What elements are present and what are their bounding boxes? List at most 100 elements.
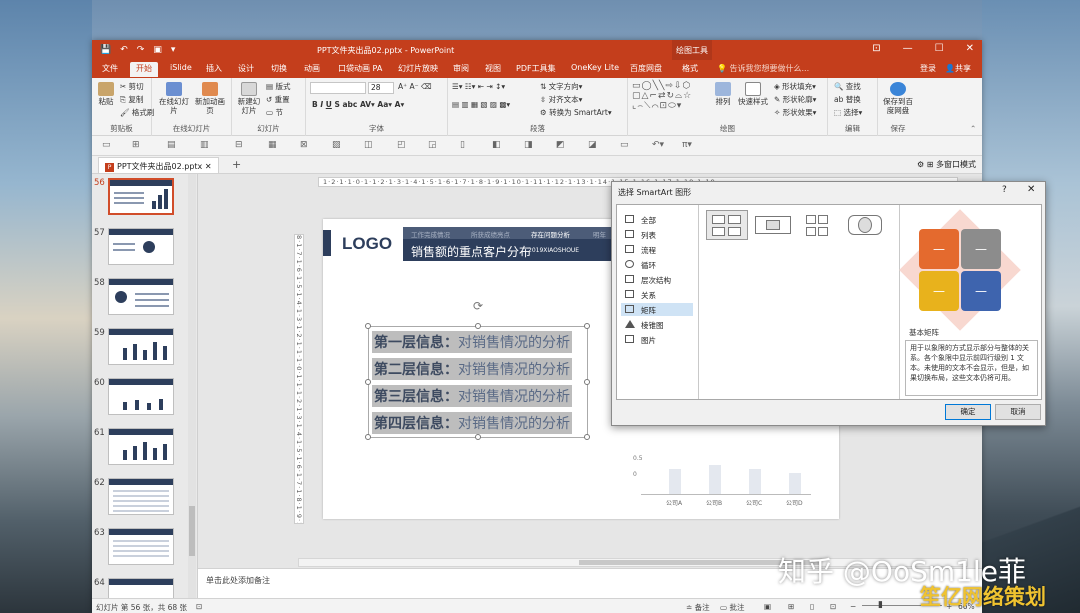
- toolbar-icon[interactable]: ◫: [364, 140, 373, 150]
- present-icon[interactable]: ▣: [153, 45, 162, 55]
- align-text-button[interactable]: ⇳ 对齐文本▾: [540, 94, 582, 105]
- resize-handle[interactable]: [584, 323, 590, 329]
- new-animation-page-button[interactable]: 新加动画页: [194, 82, 226, 115]
- slide-thumbnail[interactable]: 59: [92, 328, 192, 378]
- toolbar-icon[interactable]: ⊟: [235, 140, 243, 150]
- tab-home[interactable]: 开始: [130, 62, 158, 77]
- font-name-dropdown[interactable]: [310, 82, 366, 94]
- resize-handle[interactable]: [365, 379, 371, 385]
- new-slide-button[interactable]: 新建幻灯片: [236, 82, 262, 115]
- toolbar-icon[interactable]: ▥: [200, 140, 209, 150]
- zoom-out-icon[interactable]: −: [850, 602, 856, 611]
- help-icon[interactable]: ?: [1002, 185, 1007, 195]
- rotate-handle-icon[interactable]: ⟳: [473, 299, 483, 313]
- font-style-buttons[interactable]: B I U S abc AV▾ Aa▾ A▾: [312, 100, 404, 109]
- slide-sorter-icon[interactable]: ⊞: [788, 602, 794, 611]
- normal-view-icon[interactable]: ▣: [764, 602, 771, 611]
- undo-icon[interactable]: ↶: [120, 45, 128, 55]
- tab-insert[interactable]: 插入: [206, 63, 222, 74]
- thumbnail-scrollbar-thumb[interactable]: [189, 506, 195, 556]
- paste-button[interactable]: 粘贴: [96, 82, 116, 106]
- copy-button[interactable]: ⎘ 复制: [120, 94, 143, 105]
- layout-cycle-matrix[interactable]: [844, 210, 886, 240]
- tab-format[interactable]: 格式: [682, 63, 698, 74]
- thumbnail-scrollbar[interactable]: [188, 174, 196, 598]
- tab-design[interactable]: 设计: [238, 63, 254, 74]
- category-item[interactable]: 流程: [621, 243, 693, 256]
- toolbar-icon[interactable]: ▦: [268, 140, 277, 150]
- resize-handle[interactable]: [584, 434, 590, 440]
- toolbar-icon[interactable]: ◰: [397, 140, 406, 150]
- layout-grid-matrix[interactable]: [798, 210, 840, 240]
- text-line[interactable]: 第一层信息：对销售情况的分析: [372, 331, 586, 358]
- ribbon-display-icon[interactable]: ⊡: [872, 43, 880, 54]
- shape-effects-button[interactable]: ✧ 形状效果▾: [774, 107, 816, 118]
- online-slides-button[interactable]: 在线幻灯片: [158, 82, 190, 115]
- sign-in-link[interactable]: 登录: [920, 63, 936, 74]
- tab-view[interactable]: 视图: [485, 63, 501, 74]
- list-buttons[interactable]: ☰▾ ☷▾ ⇤ ⇥ ↕▾: [452, 82, 505, 91]
- toolbar-icon[interactable]: ◲: [428, 140, 437, 150]
- toolbar-icon[interactable]: ▭: [102, 140, 111, 150]
- tab-review[interactable]: 审阅: [453, 63, 469, 74]
- save-to-baidu-button[interactable]: 保存到百度网盘: [880, 82, 916, 115]
- reset-button[interactable]: ↺ 重置: [266, 94, 290, 105]
- save-icon[interactable]: 💾: [100, 45, 111, 55]
- notes-button[interactable]: ≐ 备注: [686, 602, 710, 613]
- close-icon[interactable]: ✕: [966, 43, 974, 54]
- category-item[interactable]: 图片: [621, 333, 693, 346]
- tab-slideshow[interactable]: 幻灯片放映: [398, 63, 438, 74]
- resize-handle[interactable]: [475, 323, 481, 329]
- undo-arrow-icon[interactable]: ↶▾: [652, 140, 664, 150]
- category-item[interactable]: 全部: [621, 213, 693, 226]
- section-button[interactable]: ▭ 节: [266, 107, 283, 118]
- resize-handle[interactable]: [475, 434, 481, 440]
- category-item[interactable]: 列表: [621, 228, 693, 241]
- layout-basic-matrix[interactable]: [706, 210, 748, 240]
- toolbar-icon[interactable]: ◨: [524, 140, 533, 150]
- toolbar-icon[interactable]: ◪: [588, 140, 597, 150]
- replace-button[interactable]: ab 替换: [834, 94, 861, 105]
- shape-fill-button[interactable]: ◈ 形状填充▾: [774, 81, 816, 92]
- text-line[interactable]: 第三层信息：对销售情况的分析: [372, 385, 586, 412]
- slide-thumbnail[interactable]: 63: [92, 528, 192, 578]
- ok-button[interactable]: 确定: [945, 404, 991, 420]
- quick-styles-button[interactable]: 快速样式: [736, 82, 770, 106]
- shape-outline-button[interactable]: ✎ 形状轮廓▾: [774, 94, 816, 105]
- arrange-button[interactable]: 排列: [714, 82, 732, 106]
- resize-handle[interactable]: [365, 323, 371, 329]
- resize-handle[interactable]: [365, 434, 371, 440]
- toolbar-icon[interactable]: ▭: [620, 140, 629, 150]
- cut-button[interactable]: ✂ 剪切: [120, 81, 144, 92]
- find-button[interactable]: 🔍 查找: [834, 81, 861, 92]
- format-painter-button[interactable]: 🖌 格式刷: [120, 107, 154, 118]
- toolbar-icon[interactable]: ◧: [492, 140, 501, 150]
- layout-button[interactable]: ▤ 版式: [266, 81, 290, 92]
- toolbar-icon[interactable]: ⊠: [300, 140, 308, 150]
- shapes-gallery[interactable]: ▭◯╲╲⇨⇩⬡ ▢△⌐⇄↻⌓☆ ⌞⌢⟍⌒⊡⬭▾: [632, 81, 692, 111]
- tab-pdf-tools[interactable]: PDF工具集: [516, 63, 556, 74]
- tab-baidu-netdisk[interactable]: 百度网盘: [630, 63, 662, 74]
- convert-smartart-button[interactable]: ⚙ 转换为 SmartArt▾: [540, 107, 612, 118]
- maximize-icon[interactable]: ☐: [935, 43, 944, 54]
- text-line[interactable]: 第二层信息：对销售情况的分析: [372, 358, 586, 385]
- tab-transitions[interactable]: 切换: [271, 63, 287, 74]
- category-item[interactable]: 棱锥图: [621, 318, 693, 331]
- slide-thumbnail[interactable]: 56: [92, 178, 192, 228]
- tab-islide[interactable]: iSlide: [170, 63, 192, 72]
- dialog-close-icon[interactable]: ✕: [1027, 184, 1035, 195]
- toolbar-icon[interactable]: ▯: [460, 140, 465, 150]
- category-item-selected[interactable]: 矩阵: [621, 303, 693, 316]
- text-direction-button[interactable]: ⇅ 文字方向▾: [540, 81, 582, 92]
- multi-window-toggle[interactable]: ⚙ ⊞ 多窗口模式: [917, 159, 976, 170]
- reading-view-icon[interactable]: ▯: [810, 602, 814, 611]
- zoom-slider-thumb[interactable]: ▮: [878, 600, 883, 610]
- slide-thumbnail[interactable]: 60: [92, 378, 192, 428]
- slide-thumbnail[interactable]: 58: [92, 278, 192, 328]
- selected-textbox[interactable]: ⟳ 第一层信息：对销售情况的分析 第二层信息：对销售情况的分析 第三层信息：对销…: [365, 299, 590, 440]
- cancel-button[interactable]: 取消: [995, 404, 1041, 420]
- customize-qat-icon[interactable]: ▾: [171, 45, 176, 55]
- slide-thumbnail[interactable]: 62: [92, 478, 192, 528]
- category-item[interactable]: 层次结构: [621, 273, 693, 286]
- toolbar-icon[interactable]: ◩: [556, 140, 565, 150]
